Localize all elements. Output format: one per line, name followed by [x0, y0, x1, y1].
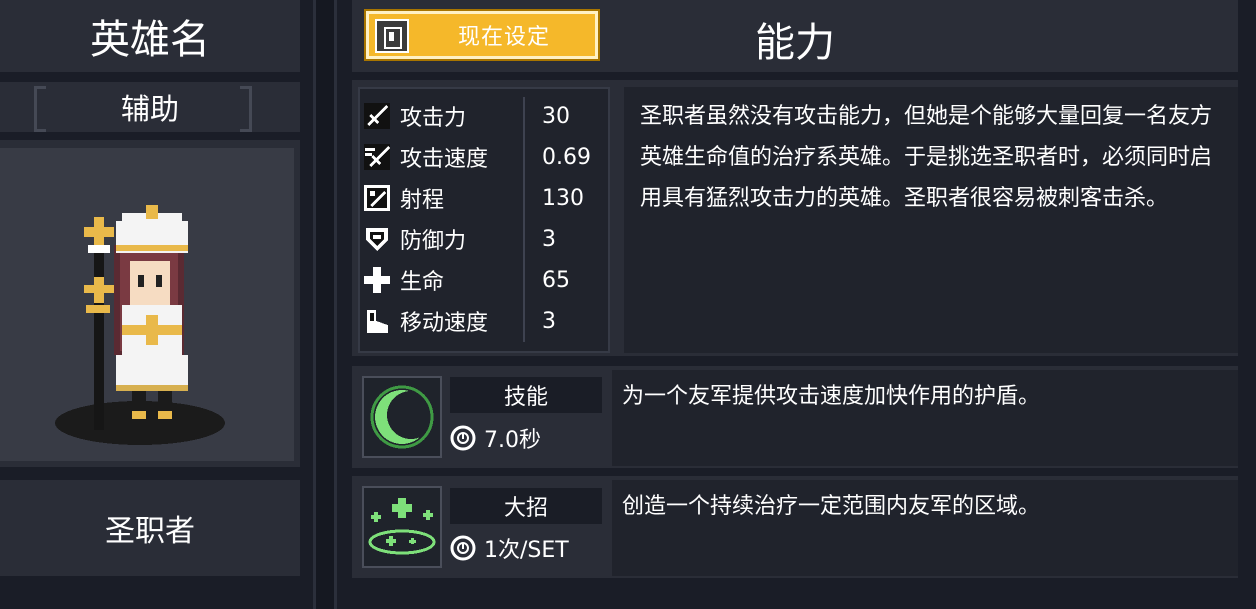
skill-description: 为一个友军提供攻击速度加快作用的护盾。: [622, 384, 1041, 409]
hero-description: 圣职者虽然没有攻击能力，但她是个能够大量回复一名友方英雄生命值的治疗系英雄。于是…: [640, 104, 1213, 211]
ultimate-title: 大招: [450, 488, 602, 524]
stat-row-defense: 防御力 3: [362, 221, 606, 257]
skill-title: 技能: [450, 377, 602, 413]
left-bracket-icon: [34, 86, 46, 132]
sword-icon: [364, 103, 390, 129]
ultimate-icon-box[interactable]: [362, 486, 442, 568]
stat-label: 防御力: [400, 229, 467, 254]
stat-label: 攻击力: [400, 106, 467, 131]
stat-value: 65: [542, 267, 570, 293]
stat-row-attack: 攻击力 30: [362, 98, 606, 134]
stat-row-move-speed: 移动速度 3: [362, 303, 606, 339]
set-now-button[interactable]: 现在设定: [364, 9, 600, 61]
ultimate-usage: 1次/SET: [450, 530, 602, 566]
stat-row-range: 射程 130: [362, 180, 606, 216]
range-icon: [364, 185, 390, 211]
skill-cooldown: 7.0秒: [450, 420, 602, 456]
role-label: 辅助: [120, 92, 179, 126]
stat-row-attack-speed: 攻击速度 0.69: [362, 139, 606, 175]
ultimate-description: 创造一个持续治疗一定范围内友军的区域。: [622, 494, 1041, 519]
skill-icon-box[interactable]: [362, 376, 442, 458]
speed-sword-icon: [364, 144, 390, 170]
stat-value: 3: [542, 226, 556, 252]
hero-name-header: 英雄名: [0, 0, 300, 72]
stat-value: 30: [542, 103, 570, 129]
stat-label: 射程: [400, 188, 445, 213]
healing-zone-icon: [368, 498, 436, 555]
stat-label: 攻击速度: [400, 147, 489, 172]
cleric-hero-sprite-icon: [55, 205, 225, 445]
health-cross-icon: [364, 267, 390, 293]
hero-role: 辅助: [0, 82, 300, 132]
set-now-label: 现在设定: [457, 25, 550, 50]
stat-value: 0.69: [542, 144, 591, 170]
skill-cooldown-value: 7.0秒: [484, 428, 541, 453]
cooldown-icon: [450, 535, 476, 561]
ultimate-usage-value: 1次/SET: [484, 538, 569, 563]
shield-icon: [366, 228, 388, 251]
crescent-shield-icon: [370, 385, 435, 449]
stat-label: 生命: [400, 270, 445, 295]
section-title: 能力: [755, 20, 835, 66]
stat-value: 3: [542, 308, 556, 334]
stat-value: 130: [542, 185, 584, 211]
hero-name: 圣职者: [0, 480, 300, 576]
stat-row-health: 生命 65: [362, 262, 606, 298]
boot-icon: [367, 310, 388, 333]
stat-label: 移动速度: [400, 311, 489, 336]
cooldown-icon: [450, 425, 476, 451]
right-bracket-icon: [240, 86, 252, 132]
